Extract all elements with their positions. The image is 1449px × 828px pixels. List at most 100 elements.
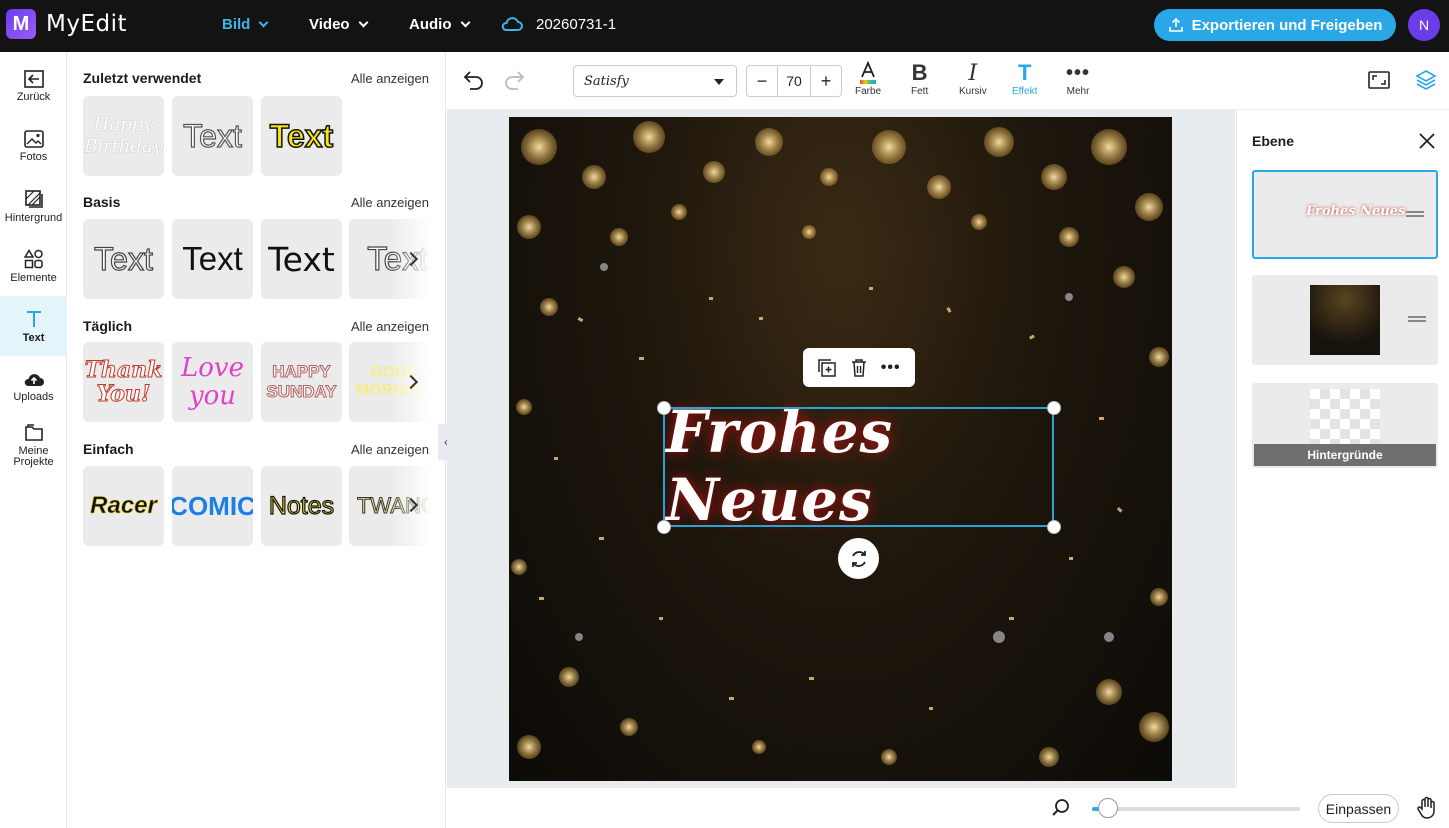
font-select[interactable]: Satisfy <box>573 65 737 97</box>
section-title: Basis <box>83 194 121 210</box>
background-icon <box>24 189 43 208</box>
layer-text-thumbnail: Frohes Neues <box>1306 204 1406 219</box>
tool-italic[interactable]: I Kursiv <box>959 60 987 98</box>
photo-icon <box>23 129 44 148</box>
decrease-size-button[interactable]: − <box>747 66 777 96</box>
tool-color[interactable]: Farbe <box>855 60 881 97</box>
more-dots-icon: ••• <box>1066 61 1091 84</box>
cloud-upload-icon <box>24 373 44 386</box>
chevron-down-icon <box>460 17 470 28</box>
drag-handle-icon[interactable] <box>1408 316 1426 322</box>
text-style-tile[interactable]: Thank You! <box>83 342 164 422</box>
tile-label: Racer <box>90 492 157 520</box>
sidebar-item-back[interactable]: Zurück <box>0 56 67 116</box>
sidebar-label: Hintergrund <box>4 211 63 224</box>
layers-icon[interactable] <box>1415 69 1437 91</box>
project-name[interactable]: 20260731-1 <box>536 16 616 33</box>
chevron-down-icon <box>258 17 269 28</box>
export-share-button[interactable]: Exportieren und Freigeben <box>1154 9 1396 41</box>
text-style-tile[interactable]: Racer <box>83 466 164 546</box>
text-style-tile[interactable]: HAPPY SUNDAY <box>261 342 342 422</box>
selection-box <box>663 407 1054 527</box>
tile-label: Text <box>268 239 335 279</box>
zoom-search-icon[interactable] <box>1051 798 1071 818</box>
sidebar-item-uploads[interactable]: Uploads <box>0 356 67 416</box>
zoom-slider[interactable] <box>1092 807 1300 811</box>
layer-item-background[interactable]: Hintergründe <box>1252 383 1438 468</box>
sidebar-item-projects[interactable]: Meine Projekte <box>0 416 67 476</box>
zoom-slider-knob[interactable] <box>1098 798 1118 818</box>
text-style-tile[interactable]: Text <box>261 219 342 299</box>
text-style-tile[interactable]: Love you <box>172 342 253 422</box>
show-all-link[interactable]: Alle anzeigen <box>351 195 429 210</box>
redo-icon[interactable] <box>502 69 526 91</box>
tool-label: Mehr <box>1066 86 1090 97</box>
more-options-icon[interactable]: ••• <box>881 359 901 377</box>
delete-icon[interactable] <box>850 358 868 378</box>
sidebar-item-background[interactable]: Hintergrund <box>0 176 67 236</box>
top-bar: M MyEdit Bild Video Audio 20260731-1 Exp… <box>0 0 1449 52</box>
rotate-icon <box>851 550 866 567</box>
font-size-stepper: − 70 + <box>746 65 842 97</box>
text-style-tile[interactable]: Text <box>172 96 253 176</box>
tool-bold[interactable]: B Fett <box>911 60 928 97</box>
dropdown-arrow-icon <box>714 79 724 85</box>
export-icon <box>1168 17 1183 32</box>
hand-pan-icon[interactable] <box>1416 796 1438 820</box>
nav-video[interactable]: Video <box>309 16 369 33</box>
sidebar-item-text[interactable]: Text <box>0 296 67 356</box>
tile-label: Text <box>182 240 243 277</box>
text-style-tile[interactable]: Happy Birthday <box>83 96 164 176</box>
text-style-tile[interactable]: Text <box>83 219 164 299</box>
text-style-tile[interactable]: Text <box>261 96 342 176</box>
tile-label: Love you <box>181 353 244 411</box>
italic-icon: I <box>968 60 978 86</box>
fit-button[interactable]: Einpassen <box>1318 794 1399 823</box>
section-title: Einfach <box>83 441 134 457</box>
tile-label: Text <box>94 240 154 277</box>
nav-audio-label: Audio <box>409 16 452 33</box>
chevron-down-icon <box>358 17 369 28</box>
sidebar-label: Text <box>22 331 45 344</box>
nav-bild[interactable]: Bild <box>222 16 269 33</box>
resize-handle-bottom-left[interactable] <box>657 520 671 534</box>
tile-label: Text <box>367 239 429 277</box>
nav-audio[interactable]: Audio <box>409 16 470 33</box>
tile-label: Happy Birthday <box>84 114 163 157</box>
resize-handle-top-right[interactable] <box>1047 401 1061 415</box>
cloud-save-icon[interactable] <box>500 14 524 34</box>
increase-size-button[interactable]: + <box>811 66 841 96</box>
tool-more[interactable]: ••• Mehr <box>1066 60 1091 98</box>
bottom-bar: Einpassen <box>447 788 1449 828</box>
tool-effect[interactable]: T Effekt <box>1012 60 1037 97</box>
layer-item-text[interactable]: Frohes Neues <box>1252 170 1438 259</box>
text-style-tile[interactable]: Notes <box>261 466 342 546</box>
layers-panel: Ebene Frohes Neues Hintergründe <box>1236 110 1449 788</box>
show-all-link[interactable]: Alle anzeigen <box>351 71 429 86</box>
layer-item-image[interactable] <box>1252 275 1438 365</box>
export-label: Exportieren und Freigeben <box>1191 16 1383 34</box>
undo-icon[interactable] <box>462 69 486 91</box>
close-icon[interactable] <box>1418 132 1436 150</box>
duplicate-icon[interactable] <box>817 358 837 378</box>
resize-handle-top-left[interactable] <box>657 401 671 415</box>
text-style-tile[interactable]: COMIC <box>172 466 253 546</box>
tile-label: Text <box>269 117 334 155</box>
font-size-value[interactable]: 70 <box>777 66 811 96</box>
text-style-tile[interactable]: Text <box>172 219 253 299</box>
sidebar-item-photos[interactable]: Fotos <box>0 116 67 176</box>
resize-handle-bottom-right[interactable] <box>1047 520 1061 534</box>
rotate-button[interactable] <box>838 538 879 579</box>
sidebar-item-elements[interactable]: Elemente <box>0 236 67 296</box>
drag-handle-icon[interactable] <box>1406 211 1424 217</box>
show-all-link[interactable]: Alle anzeigen <box>351 319 429 334</box>
user-avatar[interactable]: N <box>1408 9 1440 41</box>
text-icon <box>26 310 41 327</box>
tile-label: GOOD MORNING <box>355 364 430 399</box>
app-logo[interactable]: M MyEdit <box>6 9 127 39</box>
canvas-resize-icon[interactable] <box>1368 71 1390 89</box>
show-all-link[interactable]: Alle anzeigen <box>351 442 429 457</box>
text-style-tile[interactable]: TWANG <box>349 466 430 546</box>
back-arrow-icon <box>23 69 44 88</box>
sidebar-label: Elemente <box>10 271 57 284</box>
